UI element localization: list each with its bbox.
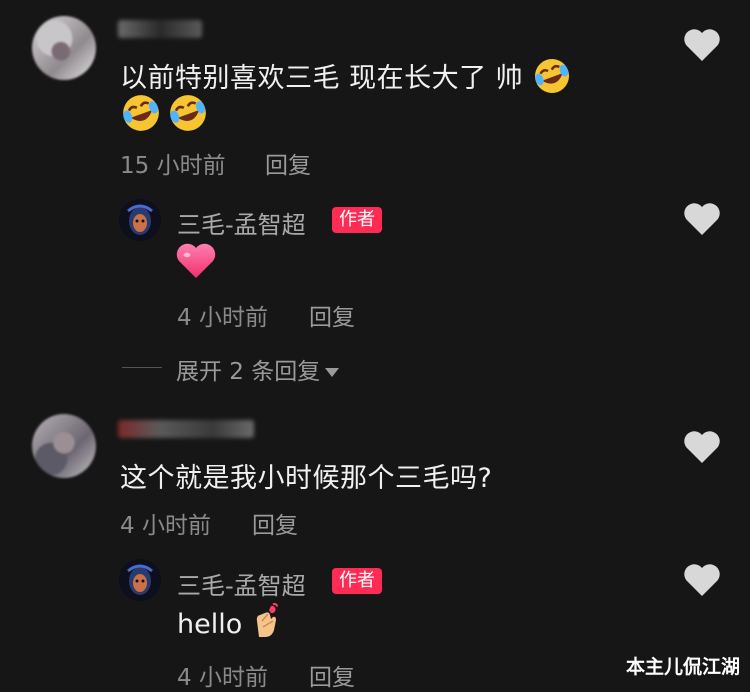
like-heart-icon[interactable]	[683, 28, 721, 62]
comment-time: 4 小时前	[120, 513, 211, 539]
finger-heart-emoji	[251, 603, 281, 646]
commenter-avatar[interactable]	[32, 16, 96, 80]
comment-text: 这个就是我小时候那个三毛吗?	[120, 463, 493, 494]
commenter-avatar[interactable]	[32, 414, 96, 478]
reply-time: 4 小时前	[177, 305, 268, 331]
reply-text: hello	[177, 609, 243, 640]
author-badge: 作者	[332, 568, 382, 594]
reply-button[interactable]: 回复	[265, 146, 311, 180]
reply-button[interactable]: 回复	[309, 298, 355, 332]
author-name[interactable]: 三毛-孟智超	[177, 205, 306, 240]
reply-button[interactable]: 回复	[252, 506, 298, 540]
like-heart-icon[interactable]	[683, 430, 721, 464]
comment-time: 15 小时前	[120, 153, 226, 179]
author-name[interactable]: 三毛-孟智超	[177, 566, 306, 601]
reply-button[interactable]: 回复	[309, 658, 355, 692]
rofl-emoji	[532, 56, 572, 103]
commenter-username-blurred[interactable]	[118, 20, 202, 38]
author-avatar[interactable]	[119, 559, 161, 601]
expand-replies-button[interactable]: 展开 2 条回复	[176, 352, 340, 386]
author-avatar[interactable]	[119, 199, 161, 241]
author-badge: 作者	[332, 207, 382, 233]
emoji-row	[120, 92, 209, 138]
like-heart-icon[interactable]	[683, 202, 721, 236]
rofl-emoji	[167, 92, 209, 138]
pink-heart-emoji	[176, 242, 216, 284]
commenter-username-blurred[interactable]	[118, 420, 254, 438]
reply-content	[176, 242, 216, 284]
rofl-emoji	[120, 92, 162, 138]
watermark: 本主儿侃江湖	[625, 656, 740, 678]
like-heart-icon[interactable]	[683, 563, 721, 597]
reply-content: hello	[177, 603, 281, 646]
expand-divider	[122, 367, 162, 368]
reply-time: 4 小时前	[177, 665, 268, 691]
caret-down-icon	[325, 368, 340, 377]
